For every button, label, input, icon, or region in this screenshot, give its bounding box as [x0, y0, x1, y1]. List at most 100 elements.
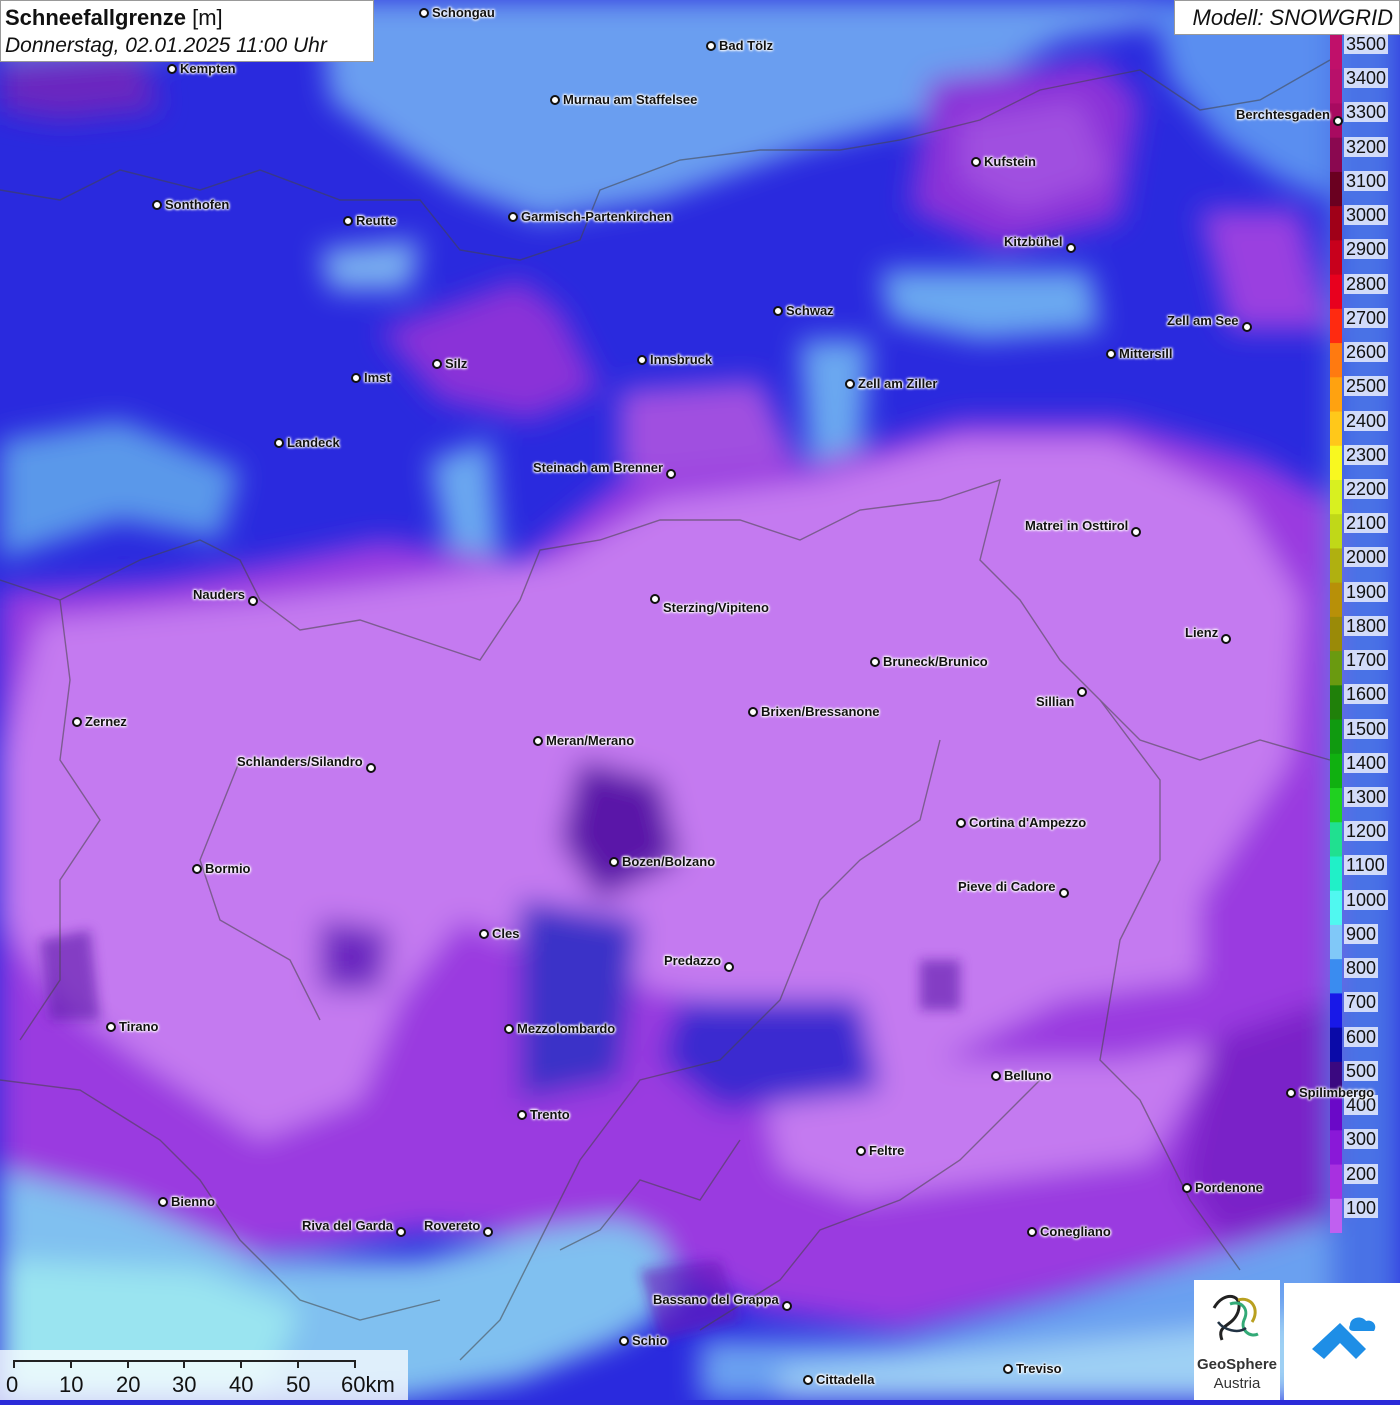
city-label: Zell am See: [1167, 313, 1239, 328]
legend-swatch: [1330, 856, 1342, 892]
city-marker-icon: [1066, 243, 1076, 253]
city-marker-icon: [706, 41, 716, 51]
legend-swatch: [1330, 822, 1342, 858]
legend-swatch: [1330, 924, 1342, 960]
city-label: Bad Tölz: [719, 38, 774, 53]
legend-swatch: [1330, 343, 1342, 378]
legend-label: 1300: [1344, 787, 1389, 808]
city-label: Zell am Ziller: [858, 376, 938, 391]
city-label: Bormio: [205, 861, 251, 876]
legend-label: 2600: [1344, 342, 1389, 363]
legend-label: 1600: [1344, 684, 1389, 705]
city-label: Garmisch-Partenkirchen: [521, 209, 673, 224]
city-label: Bruneck/Brunico: [883, 654, 988, 669]
city-marker-icon: [1077, 687, 1087, 697]
city-marker-icon: [609, 857, 619, 867]
legend-label: 1800: [1344, 615, 1389, 636]
scale-bar: 0 10 20 30 40 50 60km: [0, 1350, 408, 1400]
legend-swatch: [1330, 445, 1342, 481]
city-label: Sonthofen: [165, 197, 230, 212]
legend-label: 3100: [1344, 170, 1389, 191]
city-label: Kitzbühel: [1004, 234, 1063, 249]
legend-swatch: [1330, 514, 1342, 550]
city-marker-icon: [666, 469, 676, 479]
city-label: Nauders: [193, 587, 246, 602]
legend-swatch: [1330, 137, 1342, 173]
legend-label: 1100: [1344, 855, 1387, 876]
scale-tick: [183, 1360, 185, 1368]
cloud-mountain-icon: [1312, 1317, 1376, 1359]
legend-label: 3400: [1344, 68, 1389, 89]
scale-label: 20: [116, 1372, 141, 1397]
city-marker-icon: [1059, 888, 1069, 898]
legend-label: 100: [1344, 1197, 1379, 1218]
legend-swatch: [1330, 1027, 1342, 1063]
legend-swatch: [1330, 616, 1342, 652]
city-label: Brixen/Bressanone: [761, 704, 880, 719]
legend-label: 3000: [1344, 205, 1389, 226]
city-label: Trento: [530, 1107, 570, 1122]
legend-label: 3200: [1344, 136, 1389, 157]
city-label: Innsbruck: [650, 352, 713, 367]
city-marker-icon: [106, 1022, 116, 1032]
legend-swatch: [1330, 171, 1342, 207]
city-marker-icon: [343, 216, 353, 226]
city-label: Murnau am Staffelsee: [563, 92, 698, 107]
city-label: Silz: [445, 356, 468, 371]
city-marker-icon: [152, 200, 162, 210]
city-marker-icon: [956, 818, 966, 828]
map-title: Schneefallgrenze: [5, 5, 186, 30]
city-marker-icon: [396, 1227, 406, 1237]
scale-label: 0: [6, 1372, 19, 1397]
legend-label: 700: [1344, 992, 1379, 1013]
city-label: Steinach am Brenner: [533, 460, 664, 475]
city-label: Pordenone: [1195, 1180, 1263, 1195]
city-marker-icon: [274, 438, 284, 448]
city-label: Sterzing/Vipiteno: [663, 600, 769, 615]
city-label: Belluno: [1004, 1068, 1052, 1083]
legend-label: 300: [1344, 1129, 1379, 1150]
scale-tick: [70, 1360, 72, 1368]
legend-swatch: [1330, 377, 1342, 413]
map-title-box: Schneefallgrenze [m] Donnerstag, 02.01.2…: [0, 0, 374, 62]
city-label: Conegliano: [1040, 1224, 1111, 1239]
legend-swatch: [1330, 651, 1342, 686]
city-marker-icon: [479, 929, 489, 939]
city-label: Cortina d'Ampezzo: [969, 815, 1087, 830]
legend-swatch: [1330, 582, 1342, 618]
city-marker-icon: [550, 95, 560, 105]
city-marker-icon: [650, 594, 660, 604]
city-label: Feltre: [869, 1143, 905, 1158]
logo-text-line1: GeoSphere: [1196, 1356, 1278, 1373]
legend-swatch: [1330, 411, 1342, 447]
scale-label: 50: [286, 1372, 311, 1397]
legend-swatch: [1330, 308, 1342, 344]
legend-swatch: [1330, 69, 1342, 105]
legend-swatch: [1330, 35, 1342, 70]
city-label: Bozen/Bolzano: [622, 854, 716, 869]
city-marker-icon: [351, 373, 361, 383]
city-label: Sillian: [1036, 694, 1075, 709]
legend-label: 2500: [1344, 376, 1389, 397]
city-label: Mezzolombardo: [517, 1021, 616, 1036]
city-label: Landeck: [287, 435, 340, 450]
legend-label: 1900: [1344, 581, 1389, 602]
city-marker-icon: [619, 1336, 629, 1346]
scale-tick: [297, 1360, 299, 1368]
city-marker-icon: [845, 379, 855, 389]
logo-text-line2: Austria: [1213, 1375, 1261, 1392]
city-label: Bassano del Grappa: [653, 1292, 779, 1307]
city-marker-icon: [192, 864, 202, 874]
legend-label: 2400: [1344, 410, 1389, 431]
city-marker-icon: [1242, 322, 1252, 332]
city-label: Treviso: [1016, 1361, 1062, 1376]
legend-swatch: [1330, 548, 1342, 584]
city-label: Meran/Merano: [546, 733, 635, 748]
city-marker-icon: [419, 8, 429, 18]
city-label: Lienz: [1185, 625, 1219, 640]
legend-label: 2000: [1344, 547, 1389, 568]
legend-label: 1200: [1344, 821, 1389, 842]
legend-swatch: [1330, 788, 1342, 823]
city-label: Schlanders/Silandro: [237, 754, 363, 769]
city-label: Schio: [632, 1333, 668, 1348]
